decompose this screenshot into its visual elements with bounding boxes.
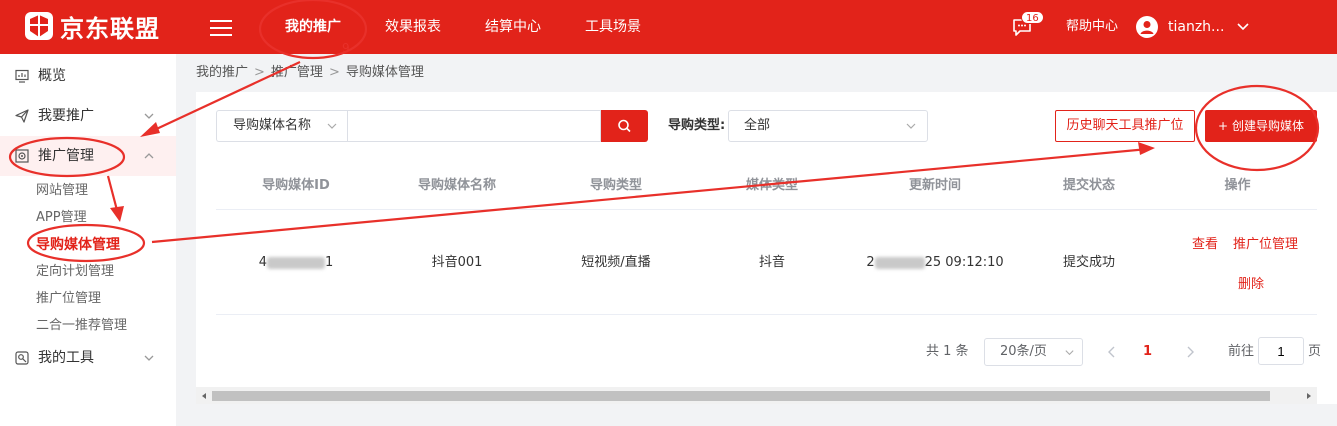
status-cell: 提交成功: [1062, 255, 1115, 270]
guide-type-cell: 短视频/直播: [581, 255, 651, 270]
scroll-right-icon[interactable]: [1304, 391, 1314, 401]
table-row: 41 抖音001 短视频/直播 抖音 2 25 09:12:10 提交成功: [216, 210, 1317, 315]
view-action[interactable]: 查看: [1192, 233, 1218, 252]
logo[interactable]: 京东联盟: [24, 10, 160, 43]
guide-type-label: 导购类型:: [668, 118, 726, 133]
goto-label: 前往: [1228, 344, 1255, 359]
page-size-select[interactable]: 20条/页: [984, 338, 1083, 366]
sidebar-sub-website[interactable]: 网站管理: [36, 178, 88, 204]
topnav-my-promotion[interactable]: 我的推广: [285, 0, 341, 54]
media-id-tail: 1: [325, 255, 334, 270]
column-header: 提交状态: [1062, 178, 1115, 193]
sidebar-sub-targeted-plan[interactable]: 定向计划管理: [36, 259, 114, 285]
chevron-down-icon: [144, 355, 154, 361]
update-time-cell: 2 25 09:12:10: [850, 210, 1020, 315]
breadcrumb-item[interactable]: 我的推广: [196, 65, 248, 80]
sidebar-item-promote[interactable]: 我要推广: [0, 96, 176, 136]
logo-mark-icon: [25, 12, 53, 40]
top-bar: 京东联盟 我的推广 效果报表 结算中心 工具场景 16 帮助中心 tianzh.…: [0, 0, 1337, 54]
column-header: 导购媒体ID: [262, 178, 330, 193]
next-page-icon[interactable]: [1182, 338, 1198, 366]
sidebar-sub-position[interactable]: 推广位管理: [36, 286, 101, 312]
prev-page-icon[interactable]: [1104, 338, 1120, 366]
chevron-down-icon: [906, 123, 916, 129]
guide-type-value: 全部: [744, 118, 771, 133]
chevron-down-icon: [144, 113, 154, 119]
username[interactable]: tianzh...: [1168, 0, 1224, 54]
sidebar-item-overview[interactable]: 概览: [0, 56, 176, 96]
search-icon: [618, 119, 631, 133]
chevron-down-icon: [1065, 350, 1074, 356]
scrollbar-thumb[interactable]: [212, 391, 1270, 401]
tools-icon: [15, 351, 29, 365]
topnav-settlement[interactable]: 结算中心: [485, 0, 541, 54]
chevron-up-icon: [144, 153, 154, 159]
sidebar-item-label: 推广管理: [38, 148, 94, 164]
create-button-label: 创建导购媒体: [1231, 119, 1304, 133]
column-header: 操作: [1224, 178, 1251, 193]
sidebar-item-my-tools[interactable]: 我的工具: [0, 338, 176, 378]
chevron-down-icon: [327, 123, 337, 129]
search-button[interactable]: [601, 110, 648, 142]
search-field-select[interactable]: 导购媒体名称: [216, 110, 348, 142]
sidebar-item-label: 我要推广: [38, 108, 94, 124]
sidebar-item-promotion-management[interactable]: 推广管理: [0, 136, 176, 176]
topnav-tools[interactable]: 工具场景: [585, 0, 641, 54]
guide-type-select[interactable]: 全部: [728, 110, 928, 142]
column-header: 媒体类型: [745, 178, 798, 193]
hamburger-icon[interactable]: [210, 17, 232, 37]
scroll-left-icon[interactable]: [199, 391, 209, 401]
topnav-reports[interactable]: 效果报表: [385, 0, 441, 54]
user-avatar[interactable]: [1136, 16, 1158, 38]
goto-page-input[interactable]: [1258, 337, 1304, 365]
column-header: 更新时间: [908, 178, 961, 193]
column-header: 导购媒体名称: [417, 178, 496, 193]
search-input[interactable]: [347, 110, 601, 142]
message-badge: 16: [1021, 11, 1044, 24]
redacted-blur: [874, 256, 925, 269]
pagination-total: 共 1 条: [926, 344, 969, 359]
plus-icon: +: [1218, 119, 1229, 133]
breadcrumb-separator: >: [328, 65, 340, 80]
page-number[interactable]: 1: [1143, 338, 1152, 366]
history-chat-tool-button[interactable]: 历史聊天工具推广位: [1055, 110, 1195, 142]
breadcrumb-current: 导购媒体管理: [345, 65, 424, 80]
dashboard-icon: [15, 69, 29, 83]
position-manage-action[interactable]: 推广位管理: [1233, 233, 1298, 252]
media-id-head: 4: [258, 255, 267, 270]
table-header: 导购媒体ID 导购媒体名称 导购类型 媒体类型 更新时间 提交状态 操作: [216, 162, 1317, 210]
media-id-cell: 41: [216, 210, 376, 315]
sidebar-sub-app[interactable]: APP管理: [36, 205, 87, 231]
delete-action[interactable]: 删除: [1238, 273, 1264, 292]
breadcrumb: 我的推广 > 推广管理 > 导购媒体管理: [196, 60, 430, 86]
media-type-cell: 抖音: [758, 255, 785, 270]
sidebar-item-label: 概览: [38, 68, 66, 84]
chevron-down-icon[interactable]: [1236, 19, 1250, 33]
goto-tail: 页: [1308, 344, 1322, 359]
breadcrumb-item[interactable]: 推广管理: [271, 65, 323, 80]
column-header: 导购类型: [589, 178, 642, 193]
sidebar-item-label: 我的工具: [38, 350, 94, 366]
sidebar-sub-two-in-one[interactable]: 二合一推荐管理: [36, 313, 127, 339]
create-guide-media-button[interactable]: + 创建导购媒体: [1205, 110, 1317, 142]
sidebar: 概览 我要推广 推广管理 网站管理 APP管理 导购媒体管理 定向计划管理 推广…: [0, 54, 176, 426]
redacted-blur: [267, 256, 325, 269]
target-icon: [15, 149, 29, 163]
help-center-link[interactable]: 帮助中心: [1066, 0, 1118, 54]
logo-text: 京东联盟: [60, 14, 160, 43]
horizontal-scrollbar[interactable]: [196, 387, 1317, 404]
update-time-head: 2: [866, 255, 875, 270]
page-size-value: 20条/页: [1000, 344, 1047, 359]
user-icon: [1140, 21, 1154, 34]
scrollbar-corner: [1317, 387, 1337, 404]
breadcrumb-separator: >: [254, 65, 265, 80]
search-field-value: 导购媒体名称: [233, 118, 312, 133]
media-name-cell: 抖音001: [431, 255, 483, 270]
update-time-tail: 25 09:12:10: [924, 255, 1004, 270]
sidebar-sub-guide-media[interactable]: 导购媒体管理: [36, 232, 120, 258]
send-icon: [15, 109, 29, 123]
